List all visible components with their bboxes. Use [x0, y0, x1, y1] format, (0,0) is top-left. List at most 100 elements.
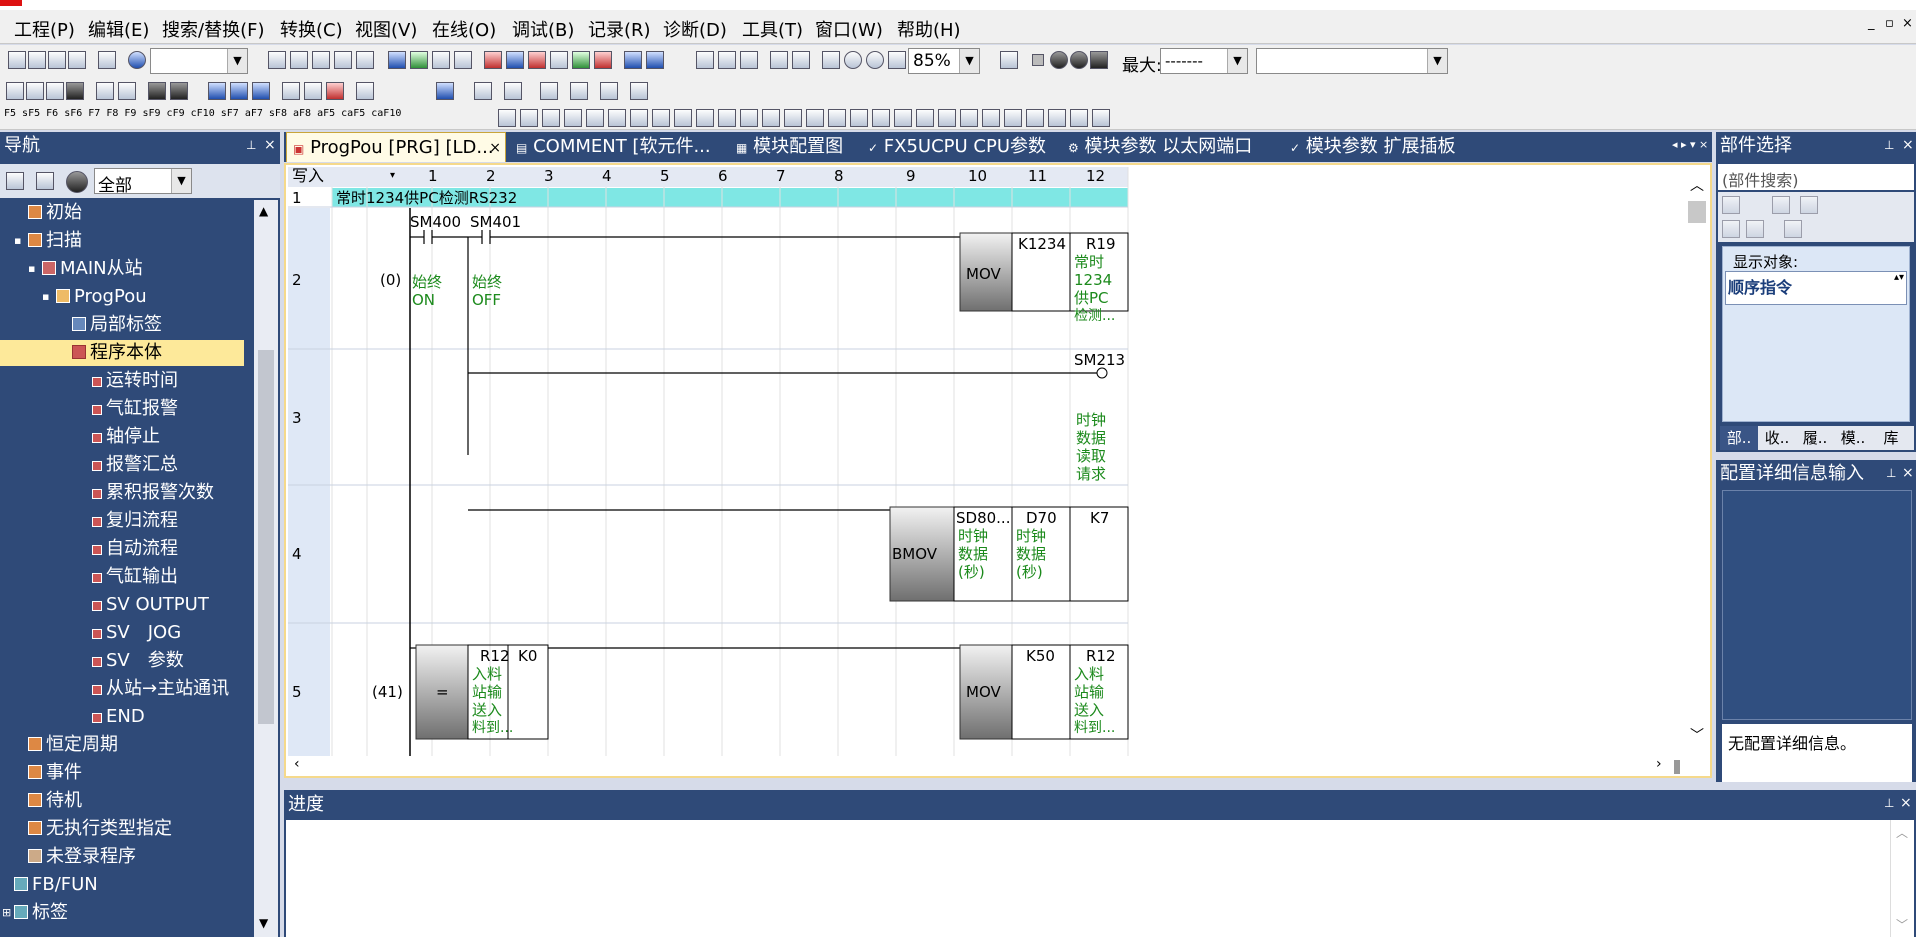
- check-2-icon[interactable]: [1070, 51, 1088, 69]
- pin-icon[interactable]: ⊥: [246, 138, 256, 152]
- scroll-down-icon[interactable]: ﹀: [1690, 725, 1704, 745]
- copy-icon[interactable]: [290, 51, 308, 69]
- convert-all-icon[interactable]: [454, 51, 472, 69]
- ladder-s24-icon[interactable]: [1004, 109, 1022, 127]
- menu-edit[interactable]: 编辑(E): [88, 16, 149, 42]
- menu-window[interactable]: 窗口(W): [815, 16, 883, 42]
- new-file-icon[interactable]: [8, 51, 26, 69]
- close-button[interactable]: ×: [1902, 16, 1913, 31]
- tree-item-local-labels[interactable]: 局部标签: [72, 312, 162, 338]
- edit3-icon[interactable]: [326, 82, 344, 100]
- window-icon[interactable]: [822, 51, 840, 69]
- verify-icon[interactable]: [528, 51, 546, 69]
- open-folder-icon[interactable]: [28, 51, 46, 69]
- restore-button[interactable]: ▫: [1885, 16, 1894, 31]
- mov-operand-r19[interactable]: R19: [1086, 235, 1116, 253]
- spin-icon[interactable]: ▴▾: [1894, 272, 1904, 283]
- tree-item-sv-params[interactable]: SV 参数: [92, 648, 184, 674]
- replace-icon[interactable]: [718, 51, 736, 69]
- tab-comment[interactable]: ▤ COMMENT [软元件...: [510, 132, 711, 162]
- parts-tab-module[interactable]: 模..: [1834, 426, 1872, 450]
- expand-icon[interactable]: ⊞: [2, 900, 11, 926]
- pin-icon[interactable]: ⊥: [1886, 466, 1896, 480]
- statement-comment[interactable]: 常时1234供PC检测RS232: [336, 189, 517, 207]
- ladder-s23-icon[interactable]: [982, 109, 1000, 127]
- toolbar-combo-blank[interactable]: ▼: [1256, 48, 1448, 74]
- collapse-icon[interactable]: ▪: [14, 228, 21, 254]
- parts-search-input[interactable]: (部件搜索): [1718, 164, 1914, 190]
- st-icon[interactable]: [46, 82, 64, 100]
- edit2-icon[interactable]: [304, 82, 322, 100]
- ladder-s2-icon[interactable]: [520, 109, 538, 127]
- pin-icon[interactable]: ⊥: [1884, 138, 1894, 152]
- menu-debug[interactable]: 调试(B): [512, 16, 574, 42]
- tab-cpu-params[interactable]: ✓ FX5UCPU CPU参数: [862, 132, 1046, 162]
- tree-item-initial[interactable]: 初始: [28, 200, 82, 226]
- display-target-value[interactable]: 顺序指令: [1728, 274, 1792, 298]
- close-icon[interactable]: ×: [264, 137, 276, 153]
- ladder-s15-icon[interactable]: [806, 109, 824, 127]
- menu-project[interactable]: 工程(P): [14, 16, 75, 42]
- menu-view[interactable]: 视图(V): [355, 16, 417, 42]
- ladder-s8-icon[interactable]: [652, 109, 670, 127]
- compare-operand-k0[interactable]: K0: [518, 647, 537, 665]
- bmov-operand-k7[interactable]: K7: [1090, 509, 1109, 527]
- progress-scrollbar[interactable]: ︿ ﹀: [1890, 820, 1914, 937]
- dev-icon[interactable]: [388, 51, 406, 69]
- scroll-up-icon[interactable]: ︿: [1690, 175, 1704, 195]
- dev4-icon[interactable]: [436, 82, 454, 100]
- close-icon[interactable]: ×: [1902, 137, 1914, 153]
- tree-item-sv-output[interactable]: SV OUTPUT: [92, 592, 209, 618]
- editor-hscroll[interactable]: ‹ ›: [286, 756, 1682, 776]
- parts-move-icon[interactable]: [1800, 196, 1818, 214]
- scroll-down-icon[interactable]: ﹀: [1896, 916, 1908, 933]
- zoom-out-icon[interactable]: [866, 51, 884, 69]
- ladder-s6-icon[interactable]: [608, 109, 626, 127]
- tab-scroll-icon[interactable]: ◂ ▸ ▾ ×: [1672, 138, 1708, 151]
- bmov-operand-sd80[interactable]: SD80...: [956, 509, 1010, 527]
- run-icon[interactable]: [410, 51, 428, 69]
- chart2-icon[interactable]: [170, 82, 188, 100]
- ladder-s26-icon[interactable]: [1048, 109, 1066, 127]
- tree-item-alarm-count[interactable]: 累积报警次数: [92, 480, 214, 506]
- nav-tree-icon[interactable]: [6, 172, 24, 190]
- ladder-s17-icon[interactable]: [850, 109, 868, 127]
- convert-icon[interactable]: [432, 51, 450, 69]
- ladder-s4-icon[interactable]: [564, 109, 582, 127]
- list1-icon[interactable]: [540, 82, 558, 100]
- menu-convert[interactable]: 转换(C): [280, 16, 343, 42]
- close-icon[interactable]: ×: [1902, 465, 1914, 481]
- read-plc-icon[interactable]: [506, 51, 524, 69]
- properties-icon[interactable]: [98, 51, 116, 69]
- parts-tab-library[interactable]: 库: [1872, 426, 1910, 450]
- ladder-s20-icon[interactable]: [916, 109, 934, 127]
- collapse-icon[interactable]: ▪: [42, 284, 49, 310]
- scroll-up-icon[interactable]: ︿: [1896, 824, 1908, 841]
- list2-icon[interactable]: [570, 82, 588, 100]
- display-target-list[interactable]: 顺序指令 ▴▾: [1725, 271, 1907, 305]
- gear-icon[interactable]: [66, 171, 88, 193]
- mov-operand-k50[interactable]: K50: [1026, 647, 1055, 665]
- zoom-select[interactable]: 85% ▼: [908, 48, 980, 74]
- tree-item-program-body[interactable]: 程序本体: [0, 340, 244, 366]
- ladder-s1-icon[interactable]: [498, 109, 516, 127]
- tab-progpou[interactable]: ▣ ProgPou [PRG] [LD... ×: [286, 132, 506, 162]
- dev2-icon[interactable]: [230, 82, 248, 100]
- mode-chevron-icon[interactable]: ▾: [390, 167, 395, 185]
- ladder-s7-icon[interactable]: [630, 109, 648, 127]
- module-icon[interactable]: [66, 82, 84, 100]
- dev1-icon[interactable]: [208, 82, 226, 100]
- nav-scroll-thumb[interactable]: [258, 350, 274, 724]
- menu-record[interactable]: 记录(R): [588, 16, 651, 42]
- tree-item-auto-flow[interactable]: 自动流程: [92, 536, 178, 562]
- ladder-s18-icon[interactable]: [872, 109, 890, 127]
- tree-item-axis-stop[interactable]: 轴停止: [92, 424, 160, 450]
- parts-tab-history[interactable]: 履..: [1796, 426, 1834, 450]
- mov-operand-k1234[interactable]: K1234: [1018, 235, 1066, 253]
- coil-sm213-device[interactable]: SM213: [1074, 351, 1125, 369]
- save-icon[interactable]: [48, 51, 66, 69]
- ladder-s12-icon[interactable]: [740, 109, 758, 127]
- scroll-right-icon[interactable]: ›: [1656, 756, 1662, 772]
- tree-item-no-exec-type[interactable]: 无执行类型指定: [28, 816, 172, 842]
- table-icon[interactable]: [96, 82, 114, 100]
